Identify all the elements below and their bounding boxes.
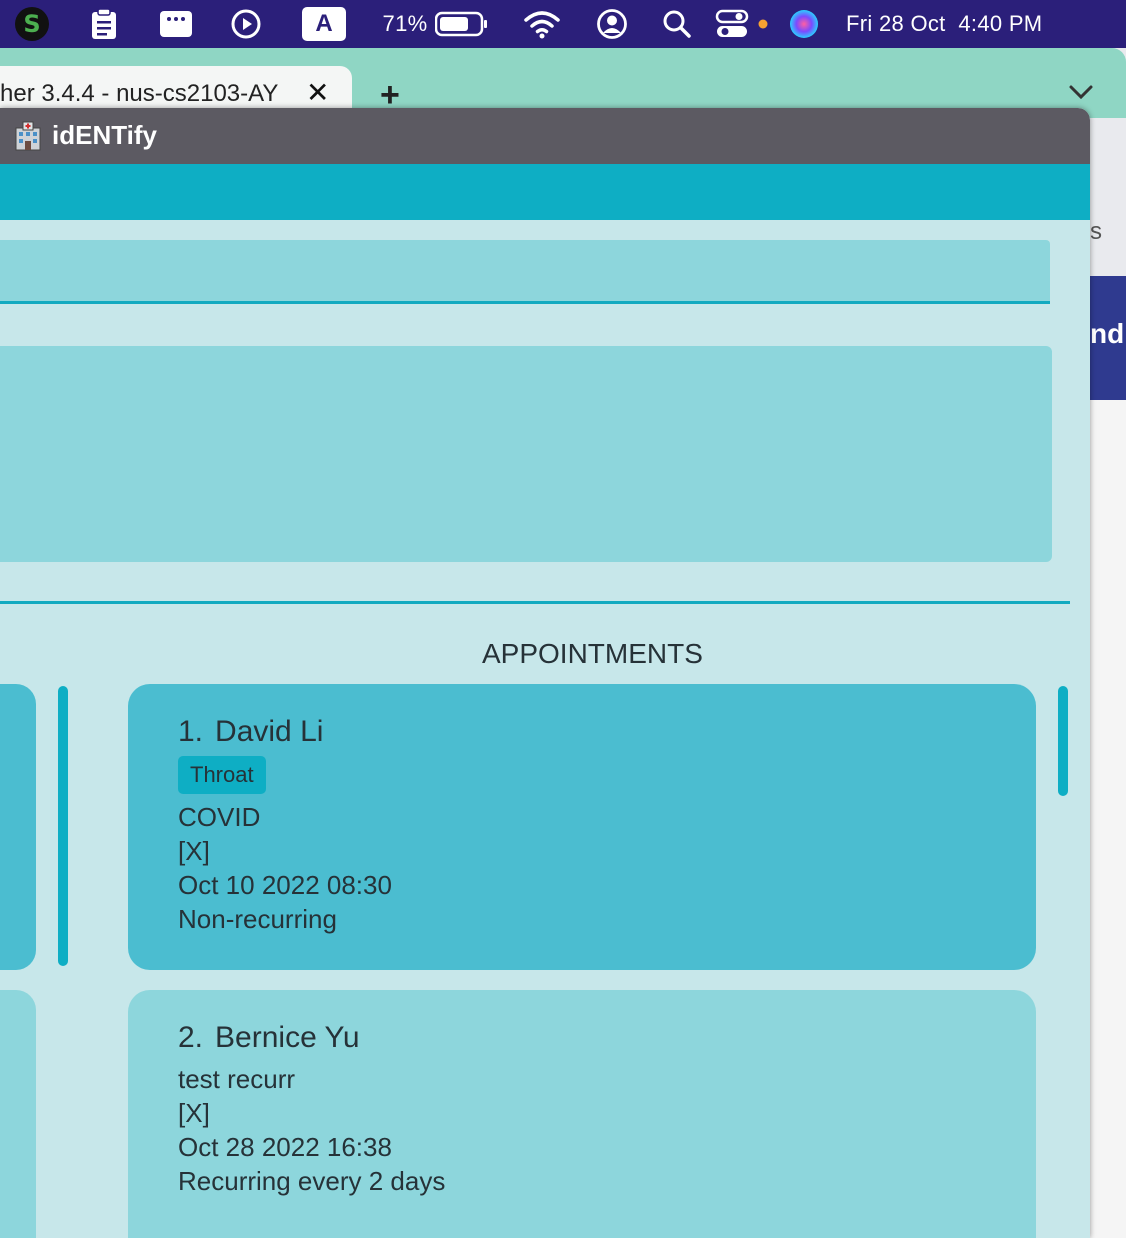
result-display[interactable] [0,346,1052,562]
appointment-patient-name: 2. Bernice Yu [178,1020,1036,1056]
browser-page-body [1090,400,1126,1238]
close-tab-icon[interactable]: ✕ [306,76,329,109]
battery-icon[interactable] [434,0,490,48]
scrivener-icon[interactable]: S [12,0,52,48]
patient-list-scrollbar[interactable] [58,686,68,966]
window-icon[interactable] [156,0,196,48]
command-input[interactable] [0,240,1050,304]
panel-divider[interactable] [0,601,1070,604]
appointment-reason: COVID [178,802,261,832]
svg-text:S: S [23,10,40,38]
chevron-down-icon[interactable] [1068,84,1094,105]
appointment-name-text: Bernice Yu [215,1021,360,1054]
macos-menu-bar: S A 71% Fri 28 Oct 4:40 PM [0,0,1126,48]
browser-page-fragment: s [1090,218,1102,245]
user-icon[interactable] [594,0,630,48]
input-source-label: A [315,10,333,37]
app-title-bar[interactable]: idENTify [0,108,1090,164]
control-center-icon[interactable] [714,0,774,48]
appointment-list-scrollbar[interactable] [1058,686,1068,796]
browser-page-banner: nd [1090,276,1126,400]
browser-tab-title: her 3.4.4 - nus-cs2103-AY [0,80,279,107]
appointment-index: 2. [178,1021,204,1054]
siri-icon[interactable] [788,0,820,48]
appointment-status: [X] [178,1098,210,1128]
appointment-patient-name: 1. David Li [178,714,1036,750]
appointments-heading: APPOINTMENTS [482,638,703,669]
search-icon[interactable] [660,0,694,48]
wifi-icon[interactable] [522,0,562,48]
appointment-reason: test recurr [178,1064,296,1094]
app-menu-bar[interactable] [0,164,1090,220]
appointment-recurrence: Recurring every 2 days [178,1166,446,1196]
play-icon[interactable] [228,0,264,48]
clipboard-icon[interactable] [86,0,122,48]
input-source-icon[interactable]: A [302,0,346,48]
app-window: idENTify APPOINTMENTS 1. David Li Throat … [0,108,1090,1238]
browser-banner-text: nd [1090,318,1125,349]
appointment-card[interactable]: 1. David Li Throat COVID [X] Oct 10 2022 … [128,684,1036,970]
appointment-name-text: David Li [215,715,324,748]
appointment-card[interactable]: 2. Bernice Yu test recurr [X] Oct 28 2022… [128,990,1036,1238]
appointment-datetime: Oct 28 2022 16:38 [178,1132,392,1162]
appointment-index: 1. [178,715,204,748]
appointment-datetime: Oct 10 2022 08:30 [178,870,392,900]
appointment-status: [X] [178,836,210,866]
app-title: idENTify [52,120,157,150]
hospital-icon [12,120,44,157]
appointment-tag: Throat [178,756,266,794]
patient-card[interactable] [0,990,36,1238]
battery-percent: 71% [382,11,428,36]
appointment-recurrence: Non-recurring [178,904,337,934]
menubar-datetime[interactable]: Fri 28 Oct 4:40 PM [846,0,1092,48]
patient-card[interactable] [0,684,36,970]
